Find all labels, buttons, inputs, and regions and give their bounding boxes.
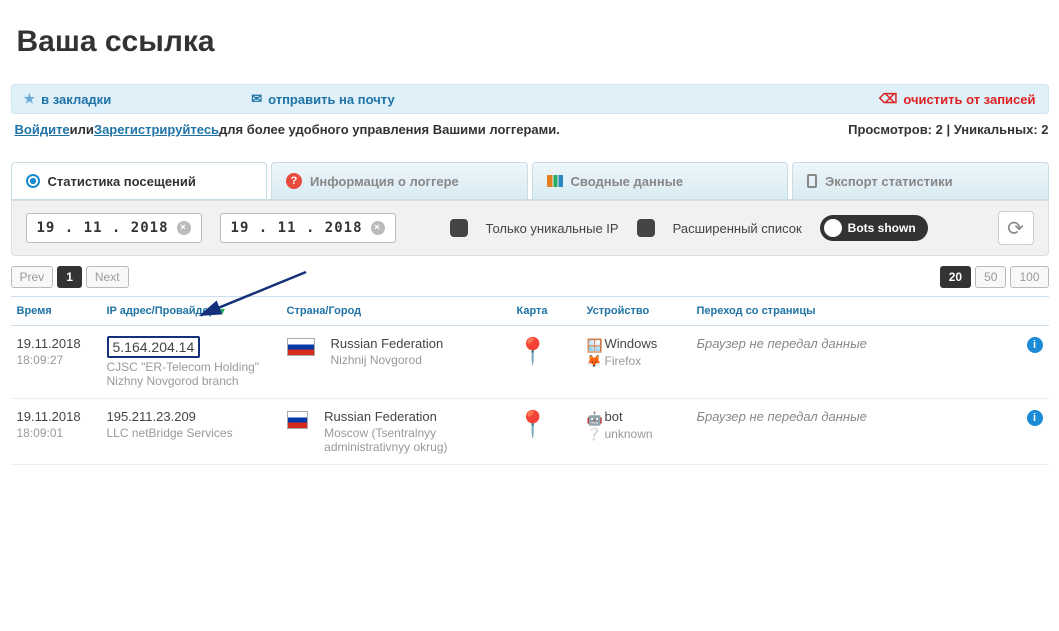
- os-icon: 🤖: [587, 411, 601, 425]
- browser-icon: 🦊: [587, 354, 601, 368]
- send-mail-label: отправить на почту: [268, 92, 395, 107]
- login-prompt: Войдите или Зарегистрируйтесь для более …: [15, 122, 1049, 137]
- row-referer: Браузер не передал данные: [697, 409, 867, 424]
- map-pin-icon[interactable]: 📍: [517, 409, 549, 439]
- register-link[interactable]: Зарегистрируйтесь: [94, 122, 219, 137]
- row-time: 18:09:27: [17, 353, 95, 367]
- table-row: 19.11.2018 18:09:27 5.164.204.14 CJSC "E…: [11, 326, 1049, 399]
- row-date: 19.11.2018: [17, 409, 95, 424]
- visits-table: Время IP адрес/Провайдер Страна/Город Ка…: [11, 296, 1049, 465]
- tab-summary[interactable]: Сводные данные: [532, 162, 789, 199]
- clear-records-label: очистить от записей: [903, 92, 1035, 107]
- col-ip[interactable]: IP адрес/Провайдер: [101, 297, 281, 326]
- action-bar: ★ в закладки ✉ отправить на почту ⌫ очис…: [11, 84, 1049, 114]
- flag-ru-icon: [287, 338, 315, 356]
- pager-prev[interactable]: Prev: [11, 266, 54, 288]
- row-provider: CJSC "ER-Telecom Holding" Nizhny Novgoro…: [107, 360, 275, 388]
- col-map[interactable]: Карта: [511, 297, 581, 326]
- tab-info-label: Информация о логгере: [310, 174, 459, 189]
- clear-date-to-icon[interactable]: ×: [371, 221, 385, 235]
- row-date: 19.11.2018: [17, 336, 95, 351]
- map-pin-icon[interactable]: 📍: [517, 336, 549, 366]
- tab-export-label: Экспорт статистики: [825, 174, 953, 189]
- os-icon: 🪟: [587, 338, 601, 352]
- bots-toggle-label: Bots shown: [848, 221, 916, 235]
- row-ip[interactable]: 5.164.204.14: [107, 336, 275, 358]
- pagesize-50[interactable]: 50: [975, 266, 1006, 288]
- login-or: или: [70, 122, 94, 137]
- row-city: Nizhnij Novgorod: [331, 353, 444, 367]
- send-mail-link[interactable]: ✉ отправить на почту: [251, 91, 395, 107]
- row-ip[interactable]: 195.211.23.209: [107, 409, 275, 424]
- pager: Prev 1 Next 20 50 100: [11, 266, 1049, 288]
- date-from-value: 19 . 11 . 2018: [37, 220, 169, 236]
- tab-info[interactable]: ? Информация о логгере: [271, 162, 528, 199]
- row-country: Russian Federation: [331, 336, 444, 351]
- extended-list-checkbox[interactable]: [637, 219, 655, 237]
- refresh-icon: ⟳: [1007, 216, 1024, 241]
- row-os: 🪟Windows: [587, 336, 685, 352]
- login-rest: для более удобного управления Вашими лог…: [219, 122, 560, 137]
- row-time: 18:09:01: [17, 426, 95, 440]
- question-icon: ?: [286, 173, 302, 189]
- mail-icon: ✉: [251, 91, 262, 107]
- pager-page-1[interactable]: 1: [57, 266, 82, 288]
- tab-export[interactable]: Экспорт статистики: [792, 162, 1049, 199]
- bots-toggle[interactable]: Bots shown: [820, 215, 928, 241]
- toggle-dot-icon: [824, 219, 842, 237]
- row-provider: LLC netBridge Services: [107, 426, 275, 440]
- tab-stats-label: Статистика посещений: [48, 174, 196, 189]
- clipboard-icon: [807, 174, 817, 188]
- eye-icon: [26, 174, 40, 188]
- table-row: 19.11.2018 18:09:01 195.211.23.209 LLC n…: [11, 399, 1049, 465]
- col-country[interactable]: Страна/Город: [281, 297, 511, 326]
- clear-records-link[interactable]: ⌫ очистить от записей: [879, 91, 1036, 107]
- tab-stats[interactable]: Статистика посещений: [11, 162, 268, 199]
- col-referer[interactable]: Переход со страницы: [691, 297, 1021, 326]
- row-city: Moscow (Tsentralnyy administrativnyy okr…: [324, 426, 504, 454]
- row-os: 🤖bot: [587, 409, 685, 425]
- refresh-button[interactable]: ⟳: [998, 211, 1034, 245]
- row-info-button[interactable]: i: [1027, 410, 1043, 426]
- row-browser: 🦊Firefox: [587, 354, 685, 369]
- bookmark-link[interactable]: ★ в закладки: [24, 91, 112, 107]
- tab-summary-label: Сводные данные: [571, 174, 684, 189]
- date-to-input[interactable]: 19 . 11 . 2018 ×: [220, 213, 396, 243]
- bar-chart-icon: [547, 175, 563, 187]
- row-browser: ❔unknown: [587, 427, 685, 442]
- row-referer: Браузер не передал данные: [697, 336, 867, 351]
- page-title: Ваша ссылка: [17, 25, 1049, 59]
- pagesize-100[interactable]: 100: [1010, 266, 1048, 288]
- extended-list-label: Расширенный список: [673, 221, 802, 236]
- date-to-value: 19 . 11 . 2018: [231, 220, 363, 236]
- bookmark-label: в закладки: [41, 92, 111, 107]
- view-stats: Просмотров: 2 | Уникальных: 2: [848, 122, 1048, 137]
- star-icon: ★: [24, 91, 36, 107]
- col-device[interactable]: Устройство: [581, 297, 691, 326]
- unique-ip-label: Только уникальные IP: [486, 221, 619, 236]
- clear-date-from-icon[interactable]: ×: [177, 221, 191, 235]
- row-info-button[interactable]: i: [1027, 337, 1043, 353]
- tabs: Статистика посещений ? Информация о логг…: [11, 162, 1049, 200]
- date-from-input[interactable]: 19 . 11 . 2018 ×: [26, 213, 202, 243]
- filter-bar: 19 . 11 . 2018 × 19 . 11 . 2018 × Только…: [11, 200, 1049, 256]
- eraser-icon: ⌫: [879, 91, 897, 107]
- unique-ip-checkbox[interactable]: [450, 219, 468, 237]
- browser-icon: ❔: [587, 427, 601, 441]
- col-time[interactable]: Время: [11, 297, 101, 326]
- login-link[interactable]: Войдите: [15, 122, 70, 137]
- flag-ru-icon: [287, 411, 309, 429]
- pagesize-20[interactable]: 20: [940, 266, 971, 288]
- pager-next[interactable]: Next: [86, 266, 129, 288]
- row-country: Russian Federation: [324, 409, 504, 424]
